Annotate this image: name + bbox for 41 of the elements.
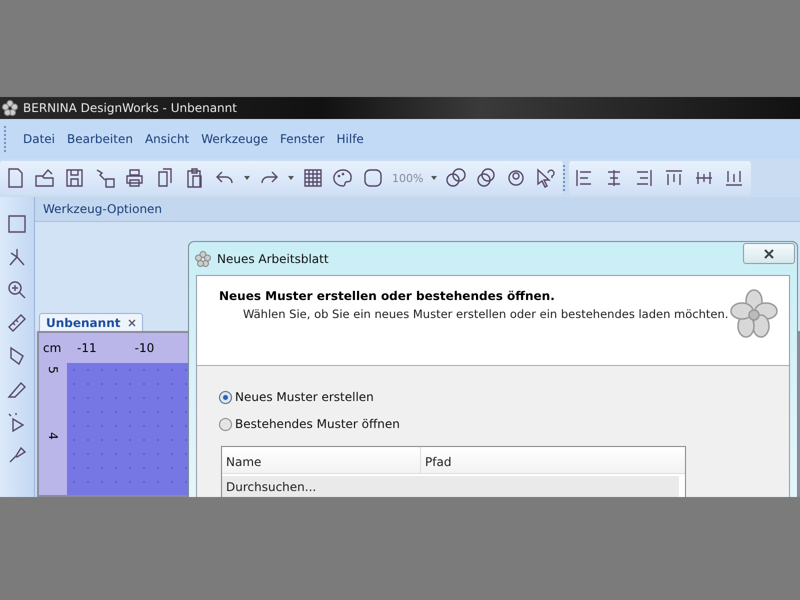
menu-item[interactable]: Fenster: [274, 129, 330, 149]
ruler-unit: cm: [42, 341, 62, 355]
window-title: BERNINA DesignWorks - Unbenannt: [23, 101, 237, 115]
selection-rectangle-icon[interactable]: [6, 213, 28, 235]
dialog-subtitle: Wählen Sie, ob Sie ein neues Muster erstellen oder ein bestehendes laden möchten.: [242, 307, 729, 321]
ruler-label: -11: [77, 341, 97, 355]
radio-option[interactable]: Bestehendes Muster öffnen: [219, 417, 400, 431]
menu-item[interactable]: Bearbeiten: [61, 129, 139, 149]
panel-title: Werkzeug-Optionen: [43, 202, 162, 216]
document-tab[interactable]: Unbenannt: [39, 313, 144, 331]
overlapping-circles-icon[interactable]: [445, 167, 468, 189]
close-button[interactable]: [743, 243, 795, 264]
radio-option[interactable]: Neues Muster erstellen: [219, 390, 374, 404]
ruler-label: -10: [134, 341, 154, 355]
menu-item[interactable]: Hilfe: [330, 129, 370, 149]
ruler-icon[interactable]: [6, 312, 28, 334]
close-icon[interactable]: [128, 318, 136, 326]
help-cursor-icon[interactable]: [535, 167, 558, 189]
menu-item[interactable]: Datei: [17, 129, 62, 149]
radio-dot[interactable]: [219, 390, 232, 404]
overlapping-circles-icon[interactable]: [475, 167, 498, 189]
flower-icon: [2, 100, 18, 116]
flower-icon: [195, 250, 211, 266]
caret-icon[interactable]: [244, 176, 250, 180]
caret-icon[interactable]: [288, 176, 294, 180]
grid-icon[interactable]: [302, 167, 324, 189]
column-header[interactable]: Name: [222, 447, 421, 473]
flower-icon: [729, 289, 779, 339]
dialog-heading: Neues Muster erstellen oder bestehendes öffnen.: [219, 289, 556, 303]
radio-dot[interactable]: [219, 418, 232, 430]
menu-item[interactable]: Werkzeuge: [195, 129, 274, 149]
zoom-icon[interactable]: [6, 279, 28, 301]
palette-icon[interactable]: [332, 167, 354, 189]
dialog-title: Neues Arbeitsblatt: [217, 252, 330, 266]
ruler-label: 5: [46, 366, 60, 374]
list-row[interactable]: Durchsuchen...: [222, 476, 679, 497]
column-header[interactable]: Pfad: [421, 447, 456, 473]
ruler-label: 4: [46, 432, 60, 440]
menu-item[interactable]: Ansicht: [138, 129, 196, 149]
caret-icon[interactable]: [431, 176, 438, 180]
close-icon: [764, 248, 774, 258]
